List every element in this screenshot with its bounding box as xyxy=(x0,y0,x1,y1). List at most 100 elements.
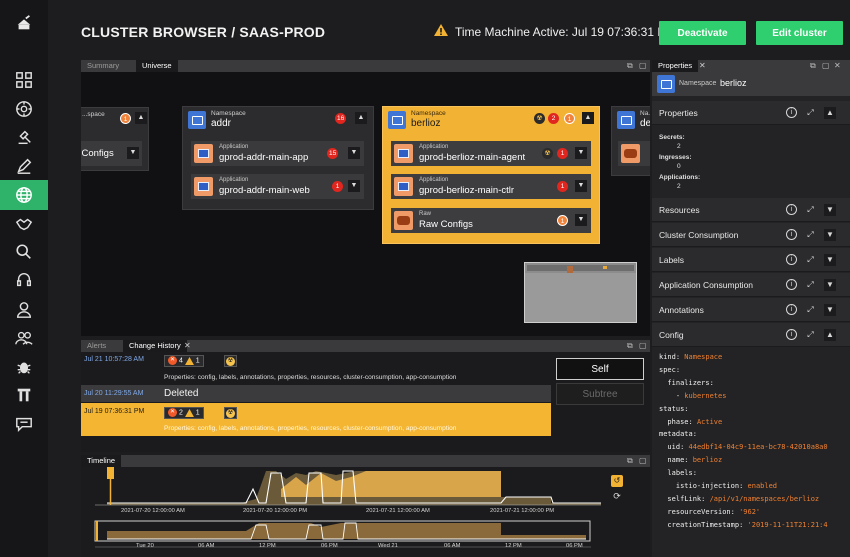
info-icon[interactable]: i xyxy=(786,107,797,118)
application-item[interactable]: Application gprod-addr-main-app 15 ▼ xyxy=(191,141,364,166)
chevron-down-icon[interactable]: ▼ xyxy=(824,304,836,316)
section-cluster-consumption[interactable]: Cluster Consumption i ⤢ ▼ xyxy=(652,223,850,247)
refresh-icon[interactable]: ⟳ xyxy=(611,490,623,502)
yaml-key: labels: xyxy=(659,469,697,478)
table-row-selected[interactable]: Jul 19 07:36:31 PM ✕ 2 1 ☢ Properties: c… xyxy=(81,403,551,436)
pen-icon[interactable] xyxy=(4,153,44,179)
alert-badge: 1 xyxy=(120,113,131,124)
maximize-icon[interactable]: ▢ xyxy=(639,455,647,467)
chevron-up-icon[interactable]: ▲ xyxy=(355,112,367,124)
maximize-icon[interactable]: ▢ xyxy=(639,340,647,352)
tools-icon[interactable] xyxy=(4,382,44,408)
row-time: Jul 19 07:36:31 PM xyxy=(84,408,145,415)
handshake-icon[interactable] xyxy=(4,211,44,237)
globe-icon[interactable] xyxy=(0,180,48,210)
application-item[interactable]: Application gprod-addr-main-web 1 ▼ xyxy=(191,174,364,199)
tab-change-history[interactable]: Change History xyxy=(123,340,187,352)
section-config[interactable]: Config i ⤢ ▲ xyxy=(652,323,850,347)
raw-configs-item[interactable]: Raw Raw Configs 1 ▼ xyxy=(391,208,591,233)
maximize-icon[interactable]: ▢ xyxy=(639,60,647,72)
chevron-down-icon[interactable]: ▼ xyxy=(824,229,836,241)
maximize-icon[interactable]: ▢ xyxy=(822,60,830,72)
chevron-down-icon[interactable]: ▼ xyxy=(824,254,836,266)
tab-timeline[interactable]: Timeline xyxy=(81,455,122,467)
chevron-up-icon[interactable]: ▲ xyxy=(135,112,147,124)
edit-cluster-button[interactable]: Edit cluster xyxy=(756,21,843,45)
chevron-down-icon[interactable]: ▼ xyxy=(575,214,587,226)
close-icon[interactable]: ✕ xyxy=(184,340,191,352)
headset-icon[interactable] xyxy=(4,267,44,293)
namespace-node[interactable]: ...space 1 ▲ w Configs ▼ xyxy=(81,107,149,171)
section-properties[interactable]: Properties i ⤢ ▲ xyxy=(652,101,850,125)
popout-icon[interactable]: ⧉ xyxy=(627,455,633,467)
section-application-consumption[interactable]: Application Consumption i ⤢ ▼ xyxy=(652,273,850,297)
chevron-up-icon[interactable]: ▲ xyxy=(824,107,836,119)
deactivate-button[interactable]: Deactivate xyxy=(659,21,746,45)
expand-icon[interactable]: ⤢ xyxy=(805,254,816,265)
expand-icon[interactable]: ⤢ xyxy=(805,329,816,340)
chevron-down-icon[interactable]: ▼ xyxy=(348,147,360,159)
section-resources[interactable]: Resources i ⤢ ▼ xyxy=(652,198,850,222)
raw-configs-item[interactable]: w Configs ▼ xyxy=(81,141,142,166)
search-icon[interactable] xyxy=(4,239,44,265)
application-item[interactable]: Application gprod-berlioz-main-ctlr 1 ▼ xyxy=(391,174,591,199)
chat-icon[interactable] xyxy=(4,411,44,437)
chevron-down-icon[interactable]: ▼ xyxy=(127,147,139,159)
minimap[interactable] xyxy=(524,262,637,323)
gavel-icon[interactable] xyxy=(4,124,44,150)
close-icon[interactable]: ✕ xyxy=(834,60,841,72)
dashboard-icon[interactable] xyxy=(4,96,44,122)
tab-properties[interactable]: Properties xyxy=(652,60,699,72)
namespace-addr[interactable]: Namespace addr 16 ▲ Application gprod-ad… xyxy=(182,106,374,210)
section-labels[interactable]: Labels i ⤢ ▼ xyxy=(652,248,850,272)
tab-alerts[interactable]: Alerts xyxy=(81,340,112,352)
bug-icon[interactable] xyxy=(4,354,44,380)
expand-icon[interactable]: ⤢ xyxy=(805,304,816,315)
expand-icon[interactable]: ⤢ xyxy=(805,204,816,215)
info-icon[interactable]: i xyxy=(786,254,797,265)
table-row[interactable]: Jul 20 11:29:55 AM Deleted xyxy=(81,385,551,402)
table-row[interactable]: Jul 21 10:57:28 AM ✕ 4 1 ☢ Properties: c… xyxy=(81,352,551,385)
info-icon[interactable]: i xyxy=(786,204,797,215)
logo-icon[interactable] xyxy=(4,10,44,36)
self-button[interactable]: Self xyxy=(556,358,644,380)
chevron-down-icon[interactable]: ▼ xyxy=(824,279,836,291)
user-icon[interactable] xyxy=(4,297,44,323)
yaml-key: istio-injection: xyxy=(659,482,748,490)
users-icon[interactable] xyxy=(4,325,44,351)
raw-configs-item[interactable] xyxy=(618,141,650,166)
tab-summary[interactable]: Summary xyxy=(81,60,125,72)
yaml-value: 44edbf14-04c9-11ea-bc78-42010a8a0 xyxy=(688,443,828,452)
section-annotations[interactable]: Annotations i ⤢ ▼ xyxy=(652,298,850,322)
subtree-button[interactable]: Subtree xyxy=(556,383,644,405)
info-icon[interactable]: i xyxy=(786,229,797,240)
info-icon[interactable]: i xyxy=(786,304,797,315)
expand-icon[interactable]: ⤢ xyxy=(805,279,816,290)
chevron-up-icon[interactable]: ▲ xyxy=(582,112,594,124)
popout-icon[interactable]: ⧉ xyxy=(810,60,816,72)
popout-icon[interactable]: ⧉ xyxy=(627,340,633,352)
tick-label: 2021-07-20 12:00:00 AM xyxy=(121,508,185,514)
application-item[interactable]: Application gprod-berlioz-main-agent ☢ 1… xyxy=(391,141,591,166)
expand-icon[interactable]: ⤢ xyxy=(805,229,816,240)
chevron-down-icon[interactable]: ▼ xyxy=(824,204,836,216)
chevron-down-icon[interactable]: ▼ xyxy=(575,147,587,159)
timeline-chart[interactable]: 2021-07-20 12:00:00 AM 2021-07-20 12:00:… xyxy=(81,467,650,557)
info-icon[interactable]: i xyxy=(786,279,797,290)
close-icon[interactable]: ✕ xyxy=(699,60,706,72)
namespace-berlioz[interactable]: Namespace berlioz ☢ 2 1 ▲ Application gp… xyxy=(382,106,600,244)
grid-icon[interactable] xyxy=(4,67,44,93)
chevron-up-icon[interactable]: ▲ xyxy=(824,329,836,341)
alert-badge: 1 xyxy=(557,148,568,159)
yaml-key: name: xyxy=(659,456,693,465)
tab-universe[interactable]: Universe xyxy=(136,60,178,72)
chevron-down-icon[interactable]: ▼ xyxy=(348,180,360,192)
expand-icon[interactable]: ⤢ xyxy=(805,107,816,118)
history-icon[interactable]: ↺ xyxy=(611,475,623,487)
info-icon[interactable]: i xyxy=(786,329,797,340)
popout-icon[interactable]: ⧉ xyxy=(627,60,633,72)
namespace-name: berlioz xyxy=(411,118,441,129)
chevron-down-icon[interactable]: ▼ xyxy=(575,180,587,192)
yaml-key: spec: xyxy=(659,365,681,374)
namespace-node[interactable]: Na... def... xyxy=(611,106,650,176)
